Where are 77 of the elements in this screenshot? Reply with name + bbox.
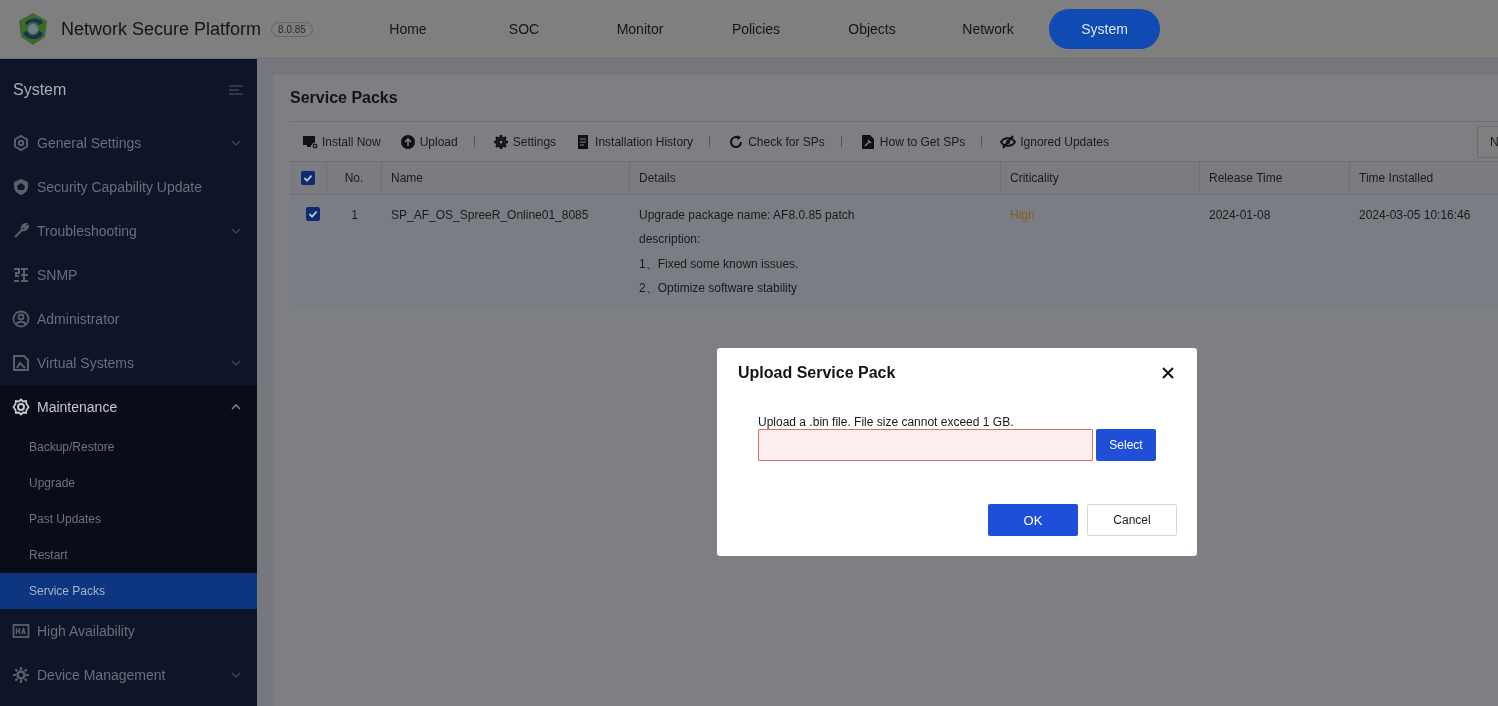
ha-icon (12, 622, 30, 640)
sidebar-item[interactable]: Virtual Systems (0, 341, 257, 385)
nav-tab[interactable]: Home (350, 9, 466, 49)
chevron-icon (231, 360, 241, 366)
select-button[interactable]: Select (1096, 429, 1156, 461)
table-cell-text: 1 (350, 207, 359, 224)
gear-icon (12, 398, 30, 416)
page-title: Service Packs (290, 75, 1498, 122)
close-button[interactable] (1162, 366, 1176, 380)
nav-tab[interactable]: Objects (814, 9, 930, 49)
nav-tab[interactable]: Network (930, 9, 1046, 49)
toolbar-button[interactable]: Ignored Updates (1000, 133, 1109, 150)
sidebar-subitem[interactable]: Restart (0, 537, 257, 573)
toolbar-button[interactable]: How to Get SPs (859, 133, 966, 150)
toolbar-button[interactable]: Settings (492, 133, 557, 150)
sidebar-item[interactable]: High Availability (0, 609, 257, 653)
document-wrench-icon (859, 133, 876, 150)
sidebar-item[interactable]: Device Management (0, 653, 257, 697)
gear-icon (492, 133, 509, 150)
criticality-text: High (1010, 208, 1035, 222)
checkbox[interactable] (301, 171, 315, 185)
hint-text: Upload a .bin file. File size cannot exceed 1 GB. (758, 415, 1015, 429)
sidebar-subitem[interactable]: Backup/Restore (0, 429, 257, 465)
detail-line: Upgrade package name: AF8.0.85 patch (639, 208, 856, 224)
checkbox[interactable] (306, 207, 320, 221)
cancel-button[interactable]: Cancel (1087, 504, 1177, 536)
sidebar-item[interactable]: General Settings (0, 121, 257, 165)
sidebar-item[interactable]: Administrator (0, 297, 257, 341)
chevron-icon (231, 404, 241, 410)
nav-tab[interactable]: SOC (466, 9, 582, 49)
detail-line: description: (639, 232, 702, 248)
toolbar-button[interactable]: N (1477, 125, 1498, 158)
nav-tab[interactable]: System (1049, 9, 1160, 49)
ok-button[interactable]: OK (988, 504, 1078, 536)
nav-tab[interactable]: Policies (698, 9, 814, 49)
file-path-field[interactable] (758, 429, 1093, 461)
gear-icon (12, 666, 30, 684)
user-icon (12, 310, 30, 328)
column-header: Details (630, 162, 1001, 194)
detail-line: 1、Fixed some known issues. (639, 256, 800, 273)
toolbar-button[interactable]: Upload (399, 133, 458, 150)
table-cell-text: 2024-01-08 (1208, 207, 1272, 224)
column-header: Name (382, 162, 630, 194)
column-header: Release Time (1200, 162, 1350, 194)
toolbar-button[interactable]: Check for SPs (728, 133, 825, 150)
shield-icon (12, 178, 30, 196)
dialog-title: Upload Service Pack (738, 364, 896, 382)
hexagon-icon (12, 134, 30, 152)
toolbar-button[interactable]: Installation History (575, 133, 694, 150)
refresh-icon (728, 133, 745, 150)
sidebar-subitem[interactable]: Past Updates (0, 501, 257, 537)
eye-off-icon (1000, 133, 1017, 150)
sidebar-title: System (13, 81, 67, 99)
table-cell-text: 2024-03-05 10:16:46 (1358, 207, 1472, 224)
sidebar-item[interactable]: SNMP (0, 253, 257, 297)
toolbar-button[interactable]: Install Now (302, 133, 381, 150)
detail-line: 2、Optimize software stability (639, 280, 799, 297)
nav-tab[interactable]: Monitor (582, 9, 698, 49)
product-name: Network Secure Platform (61, 18, 262, 40)
sidebar-item[interactable]: Maintenance (0, 385, 257, 429)
chevron-icon (231, 672, 241, 678)
chevron-icon (231, 140, 241, 146)
column-header: Criticality (1001, 162, 1200, 194)
upload-icon (399, 133, 416, 150)
monitor-icon (302, 133, 318, 150)
sidebar-subitem[interactable]: Upgrade (0, 465, 257, 501)
network-icon (12, 266, 30, 284)
wrench-icon (12, 222, 30, 240)
image-icon (12, 354, 30, 372)
sidebar-item[interactable]: Security Capability Update (0, 165, 257, 209)
sidebar-subitem[interactable]: Service Packs (0, 573, 257, 609)
collapse-menu-icon (229, 85, 243, 95)
column-header: Time Installed (1358, 170, 1435, 187)
table-cell-text: SP_AF_OS_SpreeR_Online01_8085 (390, 207, 590, 224)
sidebar-item[interactable]: Troubleshooting (0, 209, 257, 253)
column-header: No. (327, 162, 382, 194)
chevron-icon (231, 228, 241, 234)
